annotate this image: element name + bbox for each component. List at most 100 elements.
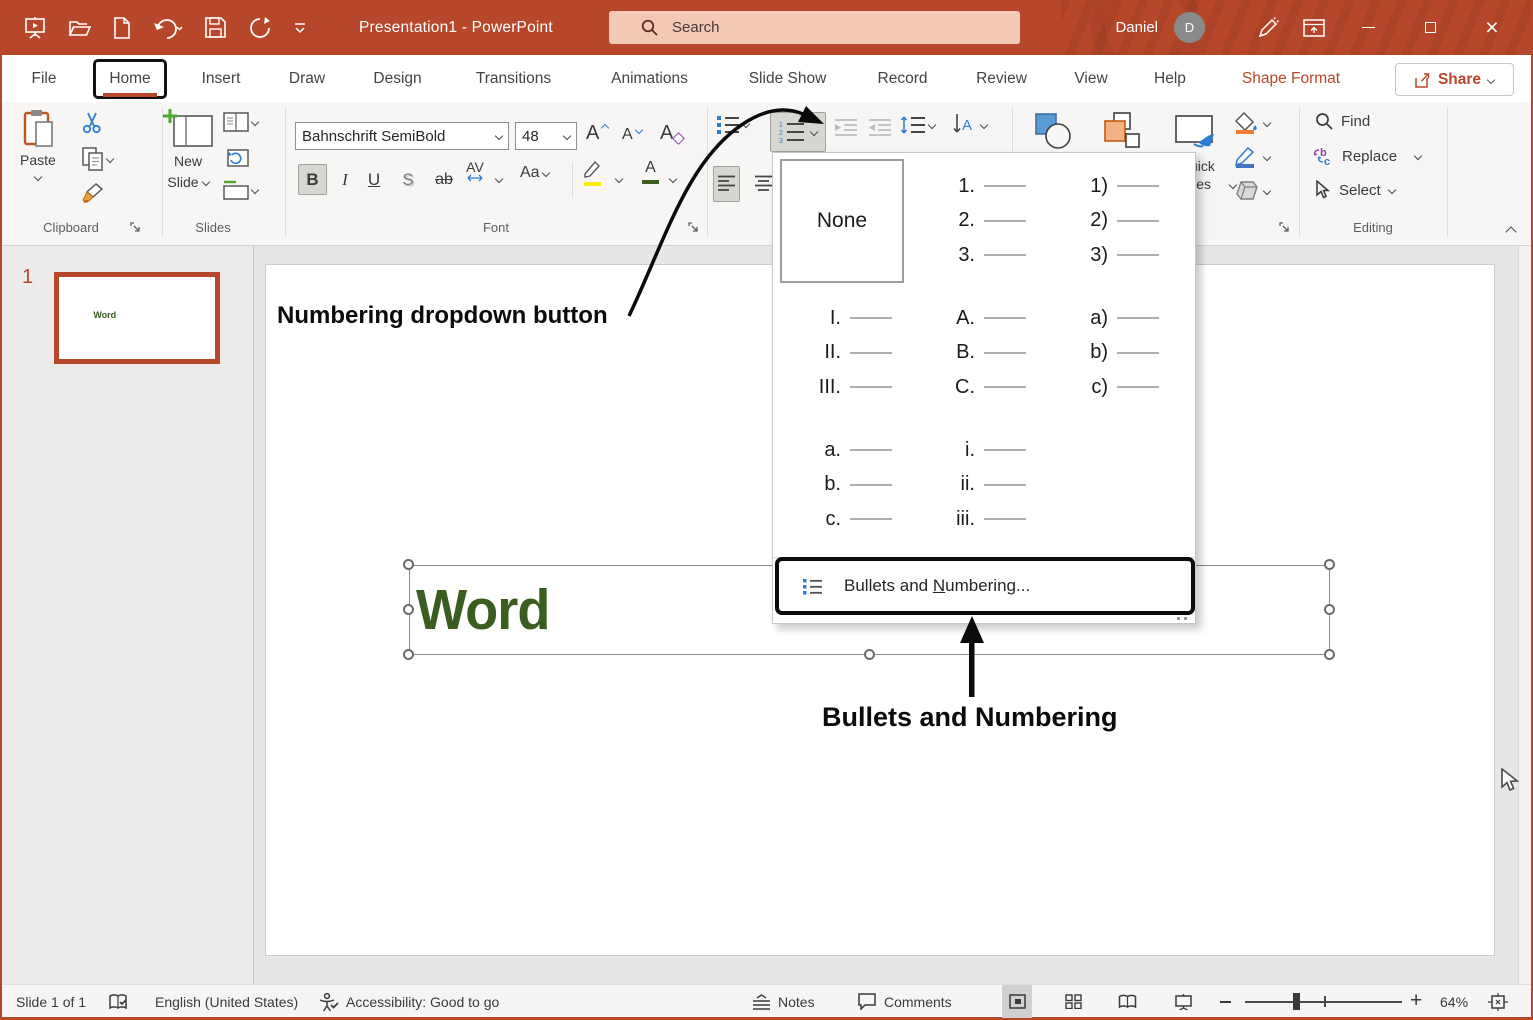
minimize-button[interactable] [1337,0,1399,55]
numbering-option-alpha-upper[interactable]: A. B. C. [929,301,1053,405]
copy-button[interactable] [82,147,113,171]
change-case-button[interactable]: Aa [520,164,549,182]
font-dialog-launcher[interactable] [688,222,701,235]
save-button[interactable] [205,17,226,38]
shape-effects-button[interactable] [1234,180,1258,202]
language-indicator[interactable]: English (United States) [155,985,298,1018]
zoom-in-button[interactable]: + [1410,985,1422,1018]
undo-button[interactable] [153,16,183,40]
spell-check-button[interactable] [108,985,128,1018]
underline-button[interactable]: U [362,164,386,195]
new-slide-button[interactable]: New Slide [162,108,214,191]
slide-text[interactable]: Word [416,577,550,643]
accessibility-checker[interactable]: Accessibility: Good to go [318,985,499,1018]
start-slideshow-button[interactable] [24,16,46,40]
arrange-button[interactable] [1102,112,1142,150]
tab-slide-show[interactable]: Slide Show [739,55,836,102]
tab-insert[interactable]: Insert [197,55,245,102]
tab-help[interactable]: Help [1149,55,1191,102]
italic-button[interactable]: I [334,164,356,195]
feedback-button[interactable] [1245,0,1291,55]
tab-draw[interactable]: Draw [283,55,331,102]
tab-shape-format[interactable]: Shape Format [1229,55,1353,102]
numbering-option-alpha-lower[interactable]: a. b. c. [795,433,919,537]
ribbon-display-options-button[interactable] [1291,0,1337,55]
increase-font-size-button[interactable]: A [586,122,608,145]
numbering-option-roman-lower[interactable]: i. ii. iii. [929,433,1053,537]
paste-button[interactable]: Paste [20,110,56,180]
dropdown-resize-grip[interactable] [1177,617,1187,620]
font-name-combobox[interactable]: Bahnschrift SemiBold [295,122,509,150]
strikethrough-button[interactable]: ab [430,164,458,195]
zoom-slider-thumb[interactable] [1293,993,1300,1010]
normal-view-button[interactable] [1002,985,1032,1018]
spacing-chevron-icon[interactable] [495,175,503,183]
numbering-option-alpha-paren[interactable]: a) b) c) [1062,301,1186,405]
shape-outline-button[interactable] [1234,146,1258,168]
slide-indicator[interactable]: Slide 1 of 1 [16,985,86,1018]
cut-button[interactable] [82,112,102,134]
highlight-chevron-icon[interactable] [615,175,623,183]
redo-button[interactable] [248,16,272,40]
selection-handle-top-left[interactable] [403,559,414,570]
font-color-button[interactable]: A [642,160,659,184]
customize-quick-access-button[interactable] [294,22,306,34]
section-button[interactable] [223,180,258,200]
tab-design[interactable]: Design [368,55,427,102]
text-shadow-button[interactable]: S [396,164,420,195]
select-button[interactable]: Select [1315,180,1395,200]
shape-fill-button[interactable] [1234,112,1258,134]
selection-handle-top-right[interactable] [1324,559,1335,570]
numbering-option-roman-upper[interactable]: I. II. III. [795,301,919,405]
collapse-ribbon-icon[interactable] [1505,226,1516,237]
shape-effects-chevron-icon[interactable] [1263,187,1271,195]
selection-handle-middle-right[interactable] [1324,604,1335,615]
drawing-dialog-launcher[interactable] [1279,222,1292,235]
clear-formatting-button[interactable]: A [660,122,683,145]
bullets-and-numbering-menu-item[interactable]: Bullets and Numbering... [775,557,1195,615]
font-color-chevron-icon[interactable] [669,175,677,183]
clipboard-dialog-launcher[interactable] [130,222,143,235]
reading-view-button[interactable] [1112,985,1142,1018]
layout-button[interactable] [223,112,258,132]
numbering-option-none[interactable]: None [780,159,904,283]
open-button[interactable] [68,18,91,38]
decrease-font-size-button[interactable]: A [622,126,642,144]
avatar[interactable]: D [1174,12,1205,43]
align-left-button[interactable] [713,166,740,202]
tab-home[interactable]: Home [109,70,150,88]
selection-handle-bottom-right[interactable] [1324,649,1335,660]
share-button[interactable]: Share [1395,63,1514,96]
user-name[interactable]: Daniel [1115,19,1158,36]
numbering-option-1-period[interactable]: 1. 2. 3. [929,169,1053,273]
numbering-option-1-paren[interactable]: 1) 2) 3) [1062,169,1186,273]
tab-review[interactable]: Review [969,55,1034,102]
tab-transitions[interactable]: Transitions [466,55,561,102]
reset-slide-button[interactable] [223,146,249,168]
slideshow-view-button[interactable] [1168,985,1198,1018]
bold-button[interactable]: B [298,164,327,195]
comments-button[interactable]: Comments [857,985,952,1018]
tab-animations[interactable]: Animations [599,55,700,102]
tab-view[interactable]: View [1071,55,1111,102]
new-file-button[interactable] [113,17,131,39]
increase-indent-button[interactable] [868,118,892,136]
numbering-dropdown-button[interactable]: 1 2 3 [770,112,826,152]
zoom-level[interactable]: 64% [1440,985,1468,1018]
decrease-indent-button[interactable] [834,118,858,136]
tab-file[interactable]: File [26,55,62,102]
font-size-combobox[interactable]: 48 [515,122,577,150]
quick-styles-button[interactable] [1174,114,1216,148]
selection-handle-middle-left[interactable] [403,604,414,615]
zoom-out-button[interactable] [1220,985,1231,1018]
selection-handle-bottom-middle[interactable] [864,649,875,660]
selection-handle-bottom-left[interactable] [403,649,414,660]
slide-thumbnail[interactable]: Word [54,272,220,364]
search-box[interactable]: Search [609,11,1020,44]
maximize-button[interactable] [1399,0,1461,55]
character-spacing-button[interactable]: AV [464,160,486,182]
line-spacing-button[interactable] [900,114,935,136]
vertical-scrollbar[interactable] [1518,246,1531,984]
bullets-button[interactable] [716,114,749,134]
tab-record[interactable]: Record [871,55,934,102]
